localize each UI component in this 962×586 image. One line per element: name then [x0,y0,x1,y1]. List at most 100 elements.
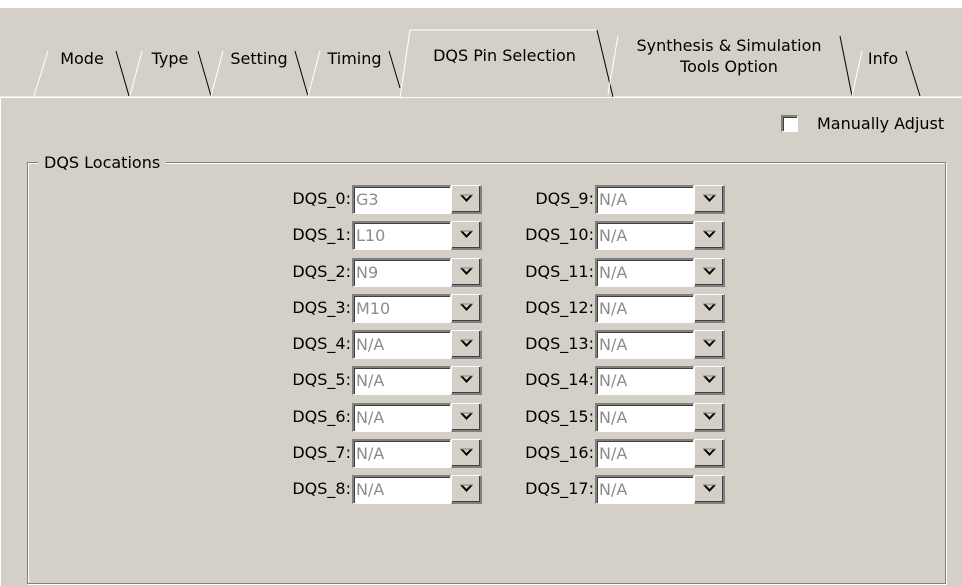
dqs-locations-title: DQS Locations [38,153,167,173]
dqs-select-right-5[interactable]: N/A [595,366,738,395]
dqs-value-field[interactable]: N/A [352,439,451,468]
dqs-select-right-3[interactable]: N/A [595,294,738,323]
dqs-dropdown-button[interactable] [451,185,482,214]
dqs-value-field[interactable]: N/A [595,439,694,468]
dqs-select-left-4[interactable]: N/A [352,330,495,359]
dqs-value-field[interactable]: N/A [595,475,694,504]
dqs-select-left-6[interactable]: N/A [352,403,495,432]
chevron-down-icon [459,412,473,420]
panel-left-edge [0,97,1,586]
dqs-value-field[interactable]: G3 [352,185,451,214]
dqs-dropdown-button[interactable] [451,330,482,359]
dqs-label-right-1: DQS_10: [525,225,594,244]
dqs-select-right-4[interactable]: N/A [595,330,738,359]
dqs-label-right-4: DQS_13: [525,334,594,353]
dqs-dropdown-button[interactable] [451,258,482,287]
panel-top-edge [0,97,962,98]
dqs-label-right-2: DQS_11: [525,262,594,281]
manually-adjust-box[interactable] [781,114,798,132]
dqs-label-right-3: DQS_12: [525,298,594,317]
dqs-dropdown-button[interactable] [694,403,725,432]
tab-dqs-pin-selection[interactable]: DQS Pin Selection [412,45,597,66]
dqs-label-right-7: DQS_16: [525,443,594,462]
dqs-select-right-2[interactable]: N/A [595,258,738,287]
chevron-down-icon [702,448,716,456]
dqs-label-left-4: DQS_4: [292,334,351,353]
tab-synthesis-line2: Tools Option [680,57,778,76]
dqs-select-left-5[interactable]: N/A [352,366,495,395]
dqs-select-right-8[interactable]: N/A [595,475,738,504]
dqs-dropdown-button[interactable] [694,185,725,214]
dqs-select-left-7[interactable]: N/A [352,439,495,468]
tab-mode[interactable]: Mode [50,48,114,69]
dqs-dropdown-button[interactable] [694,294,725,323]
dqs-value-field[interactable]: N/A [595,258,694,287]
chevron-down-icon [459,484,473,492]
dqs-label-left-3: DQS_3: [292,298,351,317]
dqs-value-field[interactable]: N/A [595,403,694,432]
dqs-select-left-8[interactable]: N/A [352,475,495,504]
dqs-value-field[interactable]: N/A [595,366,694,395]
chevron-down-icon [459,339,473,347]
dqs-value-field[interactable]: N/A [595,221,694,250]
chevron-down-icon [459,448,473,456]
dqs-value-field[interactable]: N/A [595,185,694,214]
dqs-dropdown-button[interactable] [451,221,482,250]
dqs-dropdown-button[interactable] [694,221,725,250]
dqs-dropdown-button[interactable] [694,475,725,504]
dqs-label-left-0: DQS_0: [292,189,351,208]
chevron-down-icon [459,267,473,275]
dqs-value-field[interactable]: N/A [352,475,451,504]
dqs-label-right-5: DQS_14: [525,370,594,389]
chevron-down-icon [459,375,473,383]
tab-synthesis-simulation[interactable]: Synthesis & Simulation Tools Option [618,35,840,77]
dqs-dropdown-button[interactable] [694,366,725,395]
dqs-select-right-0[interactable]: N/A [595,185,738,214]
dqs-label-left-5: DQS_5: [292,370,351,389]
dqs-select-right-1[interactable]: N/A [595,221,738,250]
dqs-dropdown-button[interactable] [694,258,725,287]
dqs-dropdown-button[interactable] [451,366,482,395]
dqs-label-left-8: DQS_8: [292,479,351,498]
dqs-select-left-0[interactable]: G3 [352,185,495,214]
dqs-select-left-1[interactable]: L10 [352,221,495,250]
tab-info[interactable]: Info [860,48,906,69]
chevron-down-icon [702,375,716,383]
manually-adjust-label: Manually Adjust [817,113,945,133]
chevron-down-icon [702,303,716,311]
dqs-select-left-2[interactable]: N9 [352,258,495,287]
dqs-dropdown-button[interactable] [694,330,725,359]
chevron-down-icon [459,194,473,202]
dqs-select-right-6[interactable]: N/A [595,403,738,432]
dqs-value-field[interactable]: N/A [352,366,451,395]
dqs-value-field[interactable]: N/A [595,330,694,359]
dqs-value-field[interactable]: N/A [352,403,451,432]
tab-type[interactable]: Type [142,48,198,69]
tab-timing[interactable]: Timing [320,48,389,69]
dqs-label-right-6: DQS_15: [525,407,594,426]
dqs-value-field[interactable]: N9 [352,258,451,287]
dqs-select-right-7[interactable]: N/A [595,439,738,468]
manually-adjust-checkbox[interactable]: Manually Adjust [781,112,944,134]
dqs-value-field[interactable]: N/A [595,294,694,323]
dqs-dropdown-button[interactable] [451,439,482,468]
dqs-value-field[interactable]: N/A [352,330,451,359]
dqs-dropdown-button[interactable] [451,475,482,504]
dqs-value-field[interactable]: L10 [352,221,451,250]
chevron-down-icon [459,230,473,238]
dqs-dropdown-button[interactable] [694,439,725,468]
dqs-label-right-0: DQS_9: [535,189,594,208]
chevron-down-icon [702,230,716,238]
chevron-down-icon [702,412,716,420]
dqs-label-left-1: DQS_1: [292,225,351,244]
dqs-dropdown-button[interactable] [451,403,482,432]
chevron-down-icon [702,267,716,275]
dqs-dropdown-button[interactable] [451,294,482,323]
dqs-label-left-6: DQS_6: [292,407,351,426]
dqs-select-left-3[interactable]: M10 [352,294,495,323]
dqs-value-field[interactable]: M10 [352,294,451,323]
tab-setting[interactable]: Setting [223,48,295,69]
dqs-label-left-7: DQS_7: [292,443,351,462]
tab-synthesis-line1: Synthesis & Simulation [636,36,822,55]
chevron-down-icon [702,484,716,492]
